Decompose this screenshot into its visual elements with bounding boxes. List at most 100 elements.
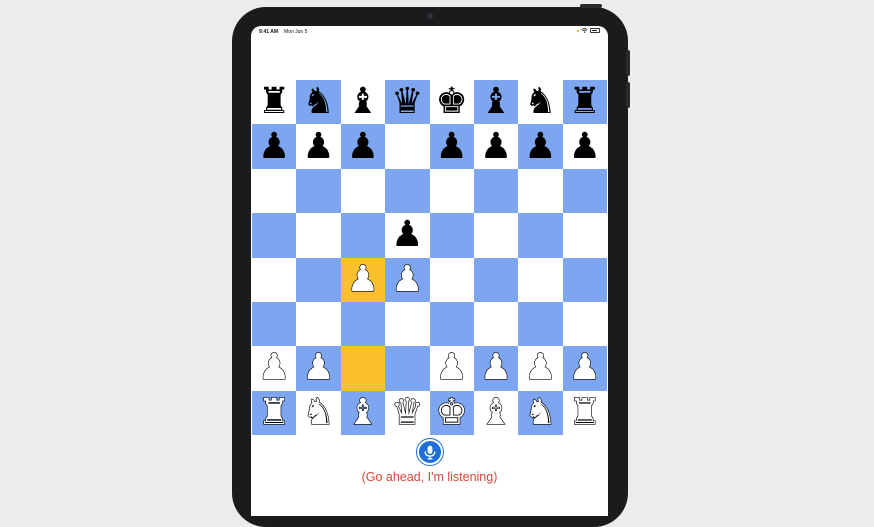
square-d8[interactable]: ♛ <box>385 80 430 125</box>
black-pawn-icon[interactable]: ♟ <box>480 128 512 165</box>
square-c5[interactable] <box>340 213 386 258</box>
white-queen-icon[interactable]: ♛ <box>391 394 425 431</box>
white-pawn-icon[interactable]: ♟ <box>346 261 380 298</box>
square-a6[interactable] <box>252 168 297 214</box>
square-b6[interactable] <box>296 168 341 214</box>
square-f4[interactable] <box>473 257 519 302</box>
black-pawn-icon[interactable]: ♟ <box>258 128 290 165</box>
status-icons <box>577 28 600 33</box>
battery-icon <box>590 28 600 33</box>
black-king-icon[interactable]: ♚ <box>436 84 468 120</box>
black-bishop-icon[interactable]: ♝ <box>480 84 512 120</box>
square-d4[interactable]: ♟ <box>385 257 430 302</box>
black-queen-icon[interactable]: ♛ <box>391 84 423 120</box>
square-h6[interactable] <box>562 168 607 214</box>
white-knight-icon[interactable]: ♞ <box>524 394 558 431</box>
white-pawn-icon[interactable]: ♟ <box>479 349 513 386</box>
square-c6[interactable] <box>340 168 386 214</box>
square-a7[interactable]: ♟ <box>252 124 297 169</box>
square-a3[interactable] <box>252 301 297 347</box>
square-g1[interactable]: ♞ <box>518 390 563 435</box>
square-d6[interactable] <box>385 168 430 214</box>
square-b2[interactable]: ♟ <box>296 346 341 391</box>
square-h4[interactable] <box>562 257 607 302</box>
square-d3[interactable] <box>385 301 430 347</box>
white-knight-icon[interactable]: ♞ <box>302 394 336 431</box>
square-h3[interactable] <box>562 301 607 347</box>
square-g3[interactable] <box>518 301 563 347</box>
square-e2[interactable]: ♟ <box>429 346 474 391</box>
square-h1[interactable]: ♜ <box>562 390 607 435</box>
white-rook-icon[interactable]: ♜ <box>568 394 602 431</box>
square-g8[interactable]: ♞ <box>518 80 563 125</box>
square-b1[interactable]: ♞ <box>296 390 341 435</box>
square-c7[interactable]: ♟ <box>340 124 386 169</box>
white-bishop-icon[interactable]: ♝ <box>346 394 380 431</box>
square-c1[interactable]: ♝ <box>340 390 386 435</box>
square-b7[interactable]: ♟ <box>296 124 341 169</box>
black-pawn-icon[interactable]: ♟ <box>436 128 468 165</box>
square-a8[interactable]: ♜ <box>252 80 297 125</box>
volume-button <box>626 50 630 76</box>
white-pawn-icon[interactable]: ♟ <box>568 349 602 386</box>
square-f5[interactable] <box>473 213 519 258</box>
square-g5[interactable] <box>518 213 563 258</box>
square-e5[interactable] <box>429 213 474 258</box>
white-pawn-icon[interactable]: ♟ <box>302 349 336 386</box>
black-pawn-icon[interactable]: ♟ <box>302 128 334 165</box>
square-h5[interactable] <box>562 213 607 258</box>
black-rook-icon[interactable]: ♜ <box>258 84 290 120</box>
square-e8[interactable]: ♚ <box>429 80 474 125</box>
square-c3[interactable] <box>340 301 386 347</box>
white-pawn-icon[interactable]: ♟ <box>391 261 425 298</box>
square-g2[interactable]: ♟ <box>518 346 563 391</box>
square-c8[interactable]: ♝ <box>340 80 386 125</box>
white-pawn-icon[interactable]: ♟ <box>435 349 469 386</box>
black-pawn-icon[interactable]: ♟ <box>569 128 601 165</box>
square-f2[interactable]: ♟ <box>473 346 519 391</box>
square-g7[interactable]: ♟ <box>518 124 563 169</box>
square-d5[interactable]: ♟ <box>385 213 430 258</box>
square-d7[interactable] <box>385 124 430 169</box>
square-c4[interactable]: ♟ <box>340 257 386 302</box>
square-e7[interactable]: ♟ <box>429 124 474 169</box>
microphone-button[interactable] <box>416 438 444 466</box>
square-f1[interactable]: ♝ <box>473 390 519 435</box>
square-h8[interactable]: ♜ <box>562 80 607 125</box>
black-rook-icon[interactable]: ♜ <box>569 84 601 120</box>
square-b4[interactable] <box>296 257 341 302</box>
white-pawn-icon[interactable]: ♟ <box>524 349 558 386</box>
square-f6[interactable] <box>473 168 519 214</box>
black-knight-icon[interactable]: ♞ <box>302 84 334 120</box>
square-e6[interactable] <box>429 168 474 214</box>
square-b5[interactable] <box>296 213 341 258</box>
white-king-icon[interactable]: ♚ <box>435 394 469 431</box>
square-d2[interactable] <box>385 346 430 391</box>
square-f8[interactable]: ♝ <box>473 80 519 125</box>
square-e1[interactable]: ♚ <box>429 390 474 435</box>
square-e3[interactable] <box>429 301 474 347</box>
square-g4[interactable] <box>518 257 563 302</box>
square-h7[interactable]: ♟ <box>562 124 607 169</box>
square-d1[interactable]: ♛ <box>385 390 430 435</box>
black-pawn-icon[interactable]: ♟ <box>391 217 423 253</box>
square-a1[interactable]: ♜ <box>252 390 297 435</box>
square-b8[interactable]: ♞ <box>296 80 341 125</box>
white-bishop-icon[interactable]: ♝ <box>479 394 513 431</box>
square-c2[interactable] <box>340 346 386 391</box>
black-pawn-icon[interactable]: ♟ <box>347 128 379 165</box>
white-rook-icon[interactable]: ♜ <box>257 394 291 431</box>
square-b3[interactable] <box>296 301 341 347</box>
square-f3[interactable] <box>473 301 519 347</box>
square-a4[interactable] <box>252 257 297 302</box>
square-h2[interactable]: ♟ <box>562 346 607 391</box>
white-pawn-icon[interactable]: ♟ <box>257 349 291 386</box>
square-a2[interactable]: ♟ <box>252 346 297 391</box>
square-f7[interactable]: ♟ <box>473 124 519 169</box>
black-pawn-icon[interactable]: ♟ <box>524 128 556 165</box>
black-knight-icon[interactable]: ♞ <box>524 84 556 120</box>
square-g6[interactable] <box>518 168 563 214</box>
square-a5[interactable] <box>252 213 297 258</box>
square-e4[interactable] <box>429 257 474 302</box>
black-bishop-icon[interactable]: ♝ <box>347 84 379 120</box>
